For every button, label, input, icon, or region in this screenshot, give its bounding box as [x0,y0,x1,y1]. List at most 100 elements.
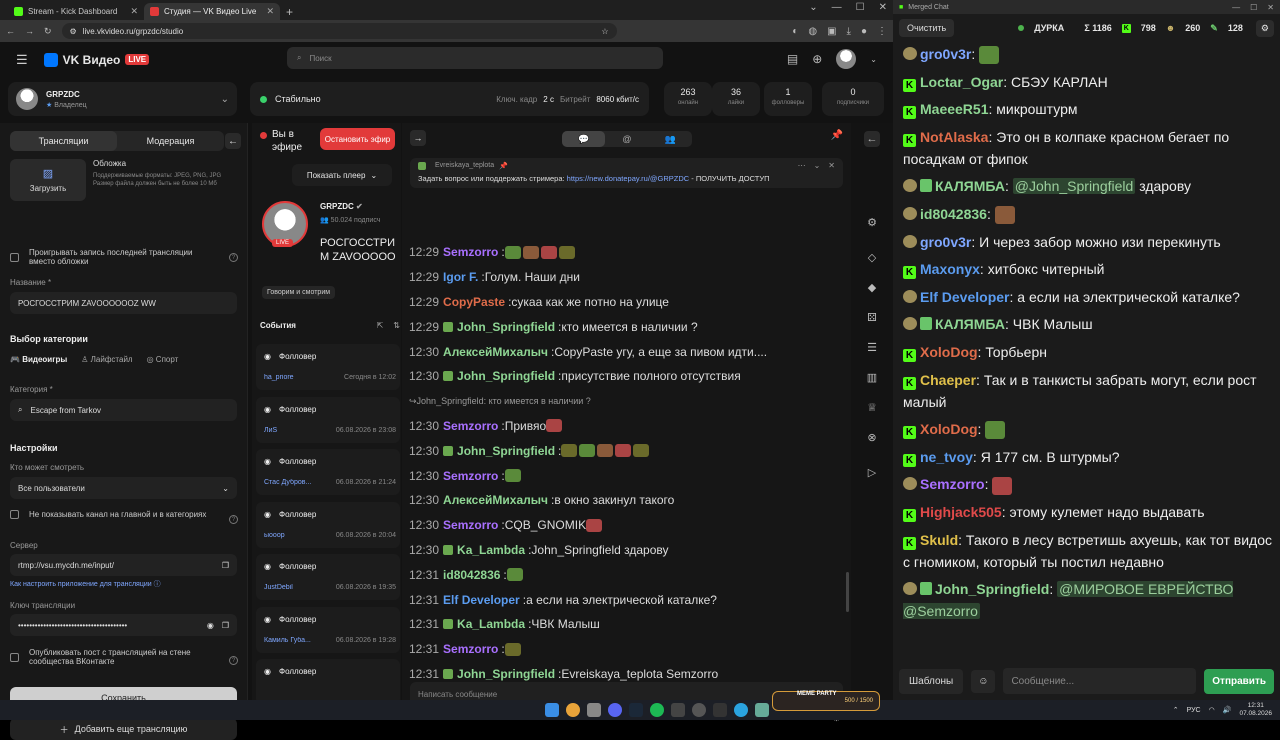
message-username[interactable]: АлексейМихалыч [443,493,548,507]
minimize-button[interactable]: — [832,2,842,13]
eye-icon[interactable]: ◉ [207,621,214,630]
message-username[interactable]: CopyPaste [443,295,505,309]
merged-username[interactable]: NotAlaska [920,129,988,145]
more-icon[interactable]: ⋯ [798,161,806,170]
trophy-icon[interactable]: ♕ [864,399,880,415]
stream-name-field[interactable]: РОСГОССТРИМ ZAVOOOOOOZ WW [10,292,237,314]
discord-icon[interactable] [608,703,622,717]
wifi-icon[interactable]: ◠ [1209,706,1215,714]
hide-channel-checkbox[interactable] [10,510,19,519]
event-item[interactable]: ◉ Фолловер ha_priore Сегодня в 12:02 [256,344,400,390]
profile-icon[interactable]: ● [861,26,867,37]
app-icon[interactable] [671,703,685,717]
back-icon[interactable]: ← [6,26,15,36]
merged-username[interactable]: XoloDog [920,421,978,437]
upload-cover-button[interactable]: ▨ Загрузить [10,159,86,201]
gear-icon[interactable]: ⚙ [864,214,880,230]
app-icon[interactable] [713,703,727,717]
send-button[interactable]: Отправить [1204,668,1274,694]
message-username[interactable]: Semzorro [443,469,498,483]
replay-option[interactable]: Проигрывать запись последней трансляции … [10,248,220,266]
cat-tab-lifestyle[interactable]: ♙ Лайфстайл [81,355,132,364]
language-indicator[interactable]: РУС [1187,707,1201,714]
mentions-tab-icon[interactable]: @ [605,131,648,147]
copy-icon[interactable]: ❐ [222,561,229,570]
users-tab-icon[interactable]: 👥 [649,131,692,147]
cat-tab-sport[interactable]: ◎ Спорт [147,355,179,364]
publish-post-option[interactable]: Опубликовать пост с трансляцией на стене… [10,648,210,666]
merged-username[interactable]: Loctar_Ogar [920,74,1003,90]
message-username[interactable]: John_Springfield [457,369,555,383]
hide-channel-option[interactable]: Не показывать канал на главной и в катег… [10,510,220,519]
message-username[interactable]: John_Springfield [457,667,555,681]
new-tab-button[interactable]: + [280,3,299,20]
chevron-down-icon[interactable]: ⌄ [814,161,821,170]
setup-help-link[interactable]: Как настроить приложение для трансляции … [10,579,161,589]
message-username[interactable]: АлексейМихалыч [443,345,548,359]
merged-username[interactable]: John_Springfield [935,581,1049,597]
list-icon[interactable]: ☰ [864,339,880,355]
tab-moderation[interactable]: Модерация [117,131,224,151]
site-info-icon[interactable]: ⚙ [70,27,77,36]
steam-icon[interactable] [629,703,643,717]
browser-tab-vk[interactable]: Студия — VK Видео Live ✕ [144,3,280,20]
start-icon[interactable] [545,703,559,717]
event-user[interactable]: ыооор [264,532,320,539]
event-item[interactable]: ◉ Фолловер [256,659,400,705]
extension-icon[interactable]: ▣ [827,26,836,37]
reload-icon[interactable]: ↻ [44,26,52,37]
hamburger-menu-icon[interactable]: ☰ [16,52,28,68]
gear-icon[interactable]: ⚙ [1255,19,1274,37]
tab-streams[interactable]: Трансляции [10,131,117,151]
server-field[interactable]: rtmp://vsu.mycdn.me/input/ ❐ [10,554,237,576]
merged-username[interactable]: КАЛЯМБА [935,178,1005,194]
event-item[interactable]: ◉ Фолловер Стас Дубров... 06.08.2026 в 21:2… [256,449,400,495]
chevron-down-icon[interactable]: ⌄ [870,55,877,64]
close-window-button[interactable]: ✕ [1267,3,1274,12]
merged-username[interactable]: ne_tvoy [920,449,973,465]
user-avatar[interactable] [836,49,857,69]
merged-username[interactable]: MaeeeR51 [920,101,989,117]
diamond-icon[interactable]: ◇ [864,249,880,265]
merged-username[interactable]: КАЛЯМБА [935,316,1005,332]
event-user[interactable]: Стас Дубров... [264,479,320,486]
message-username[interactable]: Semzorro [443,245,498,259]
messages-icon[interactable]: ▤ [787,52,798,66]
gem-icon[interactable]: ◆ [864,279,880,295]
telegram-icon[interactable] [734,703,748,717]
merged-username[interactable]: id8042836 [920,206,987,222]
replay-checkbox[interactable] [10,252,19,262]
message-input[interactable]: Сообщение... [1003,668,1197,694]
message-username[interactable]: Semzorro [443,518,498,532]
download-icon[interactable]: ⤓ [847,26,851,37]
menu-kebab-icon[interactable]: ⋮ [877,26,887,37]
browser-tab-kick[interactable]: Stream - Kick Dashboard ✕ [8,3,144,20]
folder-icon[interactable] [587,703,601,717]
minimize-button[interactable]: — [1232,3,1240,12]
block-icon[interactable]: ⊗ [864,429,880,445]
url-field[interactable]: ⚙ live.vkvideo.ru/grpzdc/studio ☆ [61,23,617,39]
bookmark-star-icon[interactable]: ☆ [601,27,608,36]
chrome-icon[interactable] [566,703,580,717]
message-username[interactable]: Igor F. [443,270,478,284]
close-icon[interactable]: ✕ [266,6,274,17]
arrow-left-icon[interactable]: ← [225,133,241,149]
clock[interactable]: 12:31 07.08.2026 [1239,702,1272,718]
message-username[interactable]: id8042836 [443,568,500,582]
chevron-up-icon[interactable]: ⌃ [1173,706,1179,714]
merged-username[interactable]: gro0v3r [920,46,971,62]
event-item[interactable]: ◉ Фолловер Камиль Губа... 06.08.2026 в 19:2… [256,606,400,653]
show-player-button[interactable]: Показать плеер ⌄ [292,164,392,186]
category-field[interactable]: ⌕ Escape from Tarkov [10,399,237,421]
merged-username[interactable]: XoloDog [920,344,978,360]
event-user[interactable]: ha_priore [264,374,320,381]
stop-stream-button[interactable]: Остановить эфир [320,128,395,150]
merged-username[interactable]: Highjack505 [920,504,1002,520]
message-username[interactable]: Elf Developer [443,593,520,607]
donate-link[interactable]: https://new.donatepay.ru/@GRPZDC [567,174,690,183]
templates-button[interactable]: Шаблоны [899,668,964,694]
spotify-icon[interactable] [650,703,664,717]
external-link-icon[interactable]: ⇱ [377,321,384,330]
event-user[interactable]: ЛиS [264,427,320,434]
event-user[interactable]: JustDebil [264,584,320,591]
